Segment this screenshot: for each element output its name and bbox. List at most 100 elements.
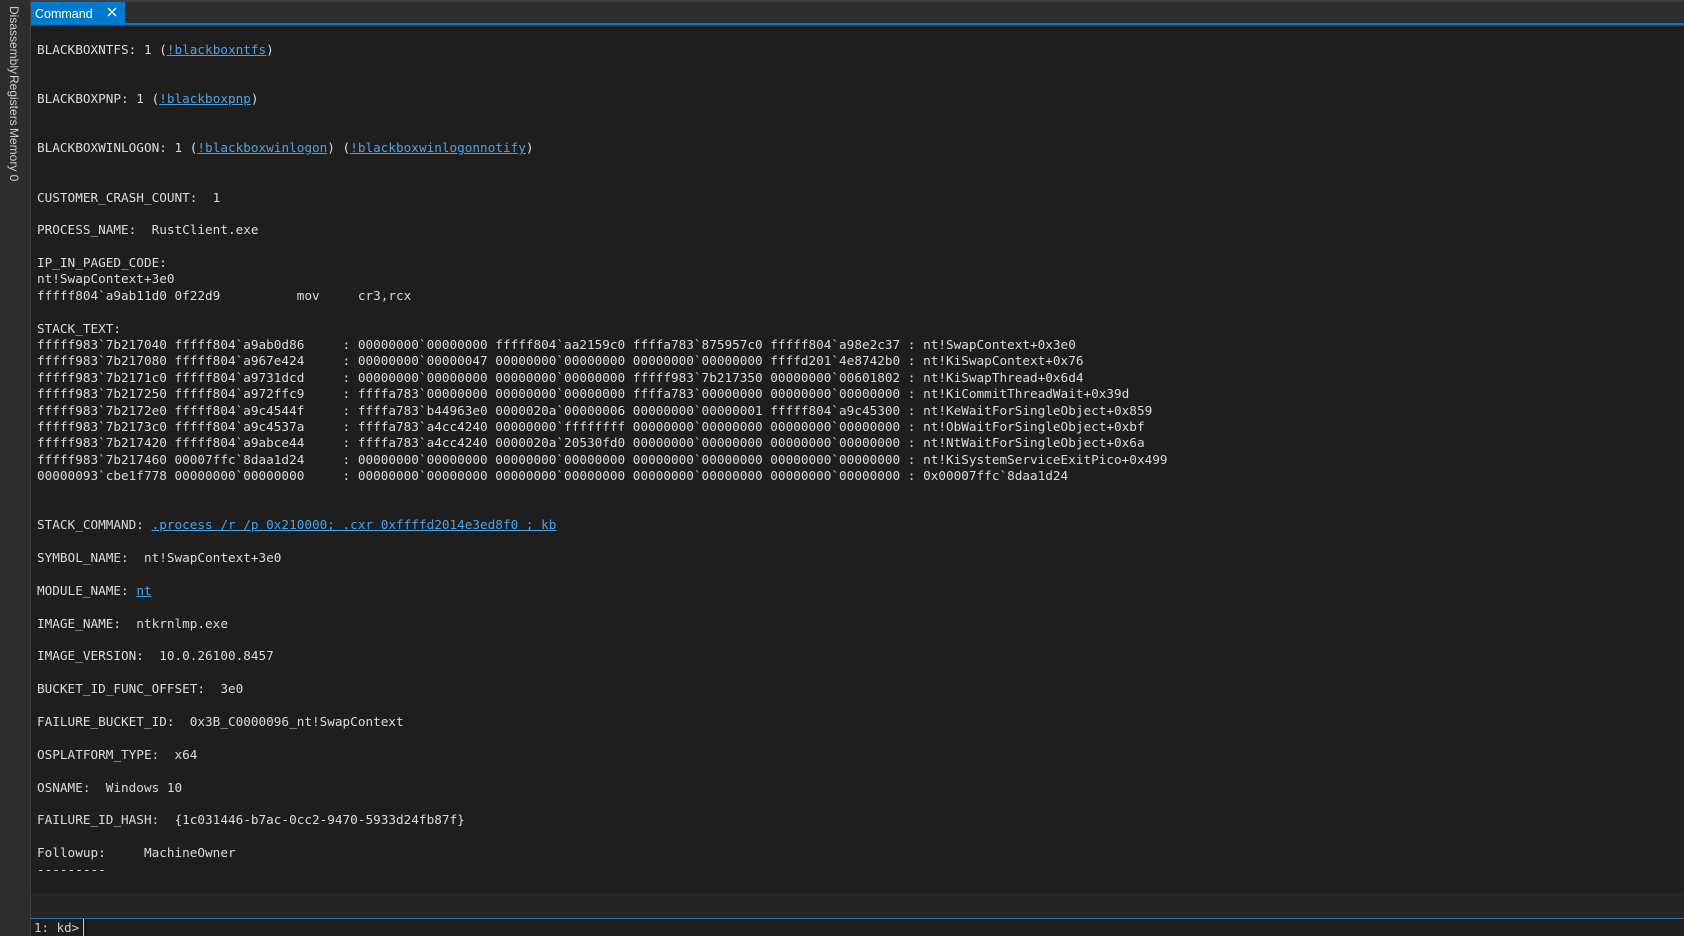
output-text-segment: fffff983`7b217080 fffff804`a967e424 : 00… — [37, 353, 1084, 369]
output-line: fffff804`a9ab11d0 0f22d9 mov cr3,rcx — [37, 288, 1168, 304]
output-blank-line — [37, 75, 1168, 91]
output-text-segment: BLACKBOXNTFS: 1 ( — [37, 42, 167, 57]
command-link[interactable]: !blackboxntfs — [167, 42, 266, 57]
output-line: MODULE_NAME: nt — [37, 583, 1168, 599]
output-line: BLACKBOXWINLOGON: 1 (!blackboxwinlogon) … — [37, 140, 1168, 156]
output-text-segment: nt!SwapContext+3e0 — [37, 271, 175, 287]
output-blank-line — [37, 567, 1168, 583]
output-text-segment: fffff804`a9ab11d0 0f22d9 mov cr3,rcx — [37, 287, 412, 303]
output-text-segment: ) ( — [327, 140, 351, 156]
output-text-segment: FAILURE_ID_HASH: {1c031446-b7ac-0cc2-947… — [37, 812, 465, 828]
command-link[interactable]: !blackboxwinlogonnotify — [350, 140, 526, 155]
command-link[interactable]: .process /r /p 0x210000; .cxr 0xffffd201… — [152, 517, 557, 532]
output-line: IMAGE_NAME: ntkrnlmp.exe — [37, 616, 1168, 632]
output-text-segment: PROCESS_NAME: RustClient.exe — [37, 222, 259, 238]
output-line: fffff983`7b217080 fffff804`a967e424 : 00… — [37, 353, 1168, 369]
output-line: IMAGE_VERSION: 10.0.26100.8457 — [37, 648, 1168, 664]
output-blank-line — [37, 599, 1168, 615]
output-line: CUSTOMER_CRASH_COUNT: 1 — [37, 190, 1168, 206]
command-input-row: 1: kd> — [31, 918, 1684, 936]
output-blank-line — [37, 665, 1168, 681]
output-text-segment: ) — [250, 91, 259, 107]
output-line: OSPLATFORM_TYPE: x64 — [37, 747, 1168, 763]
output-line: STACK_COMMAND: .process /r /p 0x210000; … — [37, 517, 1168, 533]
output-line: SYMBOL_NAME: nt!SwapContext+3e0 — [37, 550, 1168, 566]
output-text-segment: OSNAME: Windows 10 — [37, 779, 183, 795]
output-text-segment: fffff983`7b217420 fffff804`a9abce44 : ff… — [37, 435, 1145, 451]
output-text-segment: STACK_COMMAND: — [37, 517, 152, 533]
close-icon[interactable] — [105, 5, 119, 19]
output-text-segment: --------- — [37, 861, 106, 877]
tab-command[interactable]: Command — [31, 2, 125, 25]
output-line: fffff983`7b2173c0 fffff804`a9c4537a : ff… — [37, 419, 1168, 435]
output-blank-line — [37, 173, 1168, 189]
output-line: IP_IN_PAGED_CODE: — [37, 255, 1168, 271]
output-text-segment: MODULE_NAME: — [37, 582, 137, 598]
output-blank-line — [37, 239, 1168, 255]
output-line: fffff983`7b2172e0 fffff804`a9c4544f : ff… — [37, 403, 1168, 419]
output-line: fffff983`7b217460 00007ffc`8daa1d24 : 00… — [37, 452, 1168, 468]
output-text-segment: FAILURE_BUCKET_ID: 0x3B_C0000096_nt!Swap… — [37, 714, 404, 730]
output-blank-line — [37, 632, 1168, 648]
output-line: PROCESS_NAME: RustClient.exe — [37, 222, 1168, 238]
output-blank-line — [37, 304, 1168, 320]
output-blank-line — [37, 763, 1168, 779]
output-line: fffff983`7b217250 fffff804`a972ffc9 : ff… — [37, 386, 1168, 402]
output-text-segment: fffff983`7b2172e0 fffff804`a9c4544f : ff… — [37, 402, 1153, 418]
output-line: fffff983`7b217420 fffff804`a9abce44 : ff… — [37, 435, 1168, 451]
command-link[interactable]: !blackboxwinlogon — [197, 140, 327, 155]
sidebar-tab-disassembly[interactable]: Disassembly — [7, 6, 21, 74]
tab-strip: Command — [31, 0, 1684, 25]
debugger-window: Disassembly Registers Memory 0 Command B… — [0, 0, 1684, 936]
output-line: fffff983`7b2171c0 fffff804`a9731dcd : 00… — [37, 370, 1168, 386]
output-text-segment: OSPLATFORM_TYPE: x64 — [37, 746, 198, 762]
output-line: FAILURE_BUCKET_ID: 0x3B_C0000096_nt!Swap… — [37, 714, 1168, 730]
output-text-segment: BLACKBOXPNP: 1 ( — [37, 91, 160, 107]
command-input[interactable] — [84, 919, 1684, 936]
output-blank-line — [37, 58, 1168, 74]
output-blank-line — [37, 730, 1168, 746]
command-bar: 1: kd> — [31, 893, 1684, 936]
output-line: 00000093`cbe1f778 00000000`00000000 : 00… — [37, 468, 1168, 484]
output-blank-line — [37, 157, 1168, 173]
output-line: --------- — [37, 862, 1168, 878]
output-line: Followup: MachineOwner — [37, 845, 1168, 861]
output-line: STACK_TEXT: — [37, 321, 1168, 337]
tab-command-label: Command — [35, 6, 93, 21]
output-line: FAILURE_ID_HASH: {1c031446-b7ac-0cc2-947… — [37, 812, 1168, 828]
output-text-segment: BUCKET_ID_FUNC_OFFSET: 3e0 — [37, 681, 244, 697]
output-text-segment: fffff983`7b217040 fffff804`a9ab0d86 : 00… — [37, 337, 1076, 353]
output-blank-line — [37, 485, 1168, 501]
command-output-pane[interactable]: BLACKBOXNTFS: 1 (!blackboxntfs) BLACKBOXP… — [31, 27, 1684, 893]
side-panel-tabs: Disassembly Registers Memory 0 — [0, 0, 31, 936]
output-text-segment: 00000093`cbe1f778 00000000`00000000 : 00… — [37, 468, 1069, 484]
output-line: nt!SwapContext+3e0 — [37, 271, 1168, 287]
command-link[interactable]: !blackboxpnp — [159, 91, 251, 106]
output-text-segment: fffff983`7b217250 fffff804`a972ffc9 : ff… — [37, 386, 1130, 402]
output-text: BLACKBOXNTFS: 1 (!blackboxntfs) BLACKBOXP… — [37, 42, 1168, 878]
output-text-segment: fffff983`7b2173c0 fffff804`a9c4537a : ff… — [37, 418, 1145, 434]
output-text-segment: ) — [525, 140, 534, 156]
output-text-segment: IP_IN_PAGED_CODE: — [37, 255, 167, 271]
output-text-segment: IMAGE_VERSION: 10.0.26100.8457 — [37, 648, 274, 664]
output-text-segment: fffff983`7b217460 00007ffc`8daa1d24 : 00… — [37, 451, 1168, 467]
output-line: BLACKBOXNTFS: 1 (!blackboxntfs) — [37, 42, 1168, 58]
output-text-segment: ) — [266, 42, 274, 57]
sidebar-tab-registers[interactable]: Registers — [7, 75, 21, 126]
output-blank-line — [37, 829, 1168, 845]
output-blank-line — [37, 501, 1168, 517]
output-blank-line — [37, 796, 1168, 812]
output-blank-line — [37, 206, 1168, 222]
output-line: OSNAME: Windows 10 — [37, 780, 1168, 796]
output-text-segment: CUSTOMER_CRASH_COUNT: 1 — [37, 189, 221, 205]
command-prompt: 1: kd> — [31, 919, 85, 936]
output-line: fffff983`7b217040 fffff804`a9ab0d86 : 00… — [37, 337, 1168, 353]
output-blank-line — [37, 124, 1168, 140]
sidebar-tab-memory[interactable]: Memory 0 — [7, 128, 21, 181]
output-text-segment: Followup: MachineOwner — [37, 845, 236, 861]
output-line: BUCKET_ID_FUNC_OFFSET: 3e0 — [37, 681, 1168, 697]
command-link[interactable]: nt — [136, 583, 151, 598]
output-text-segment: STACK_TEXT: — [37, 320, 122, 336]
output-blank-line — [37, 534, 1168, 550]
output-blank-line — [37, 698, 1168, 714]
